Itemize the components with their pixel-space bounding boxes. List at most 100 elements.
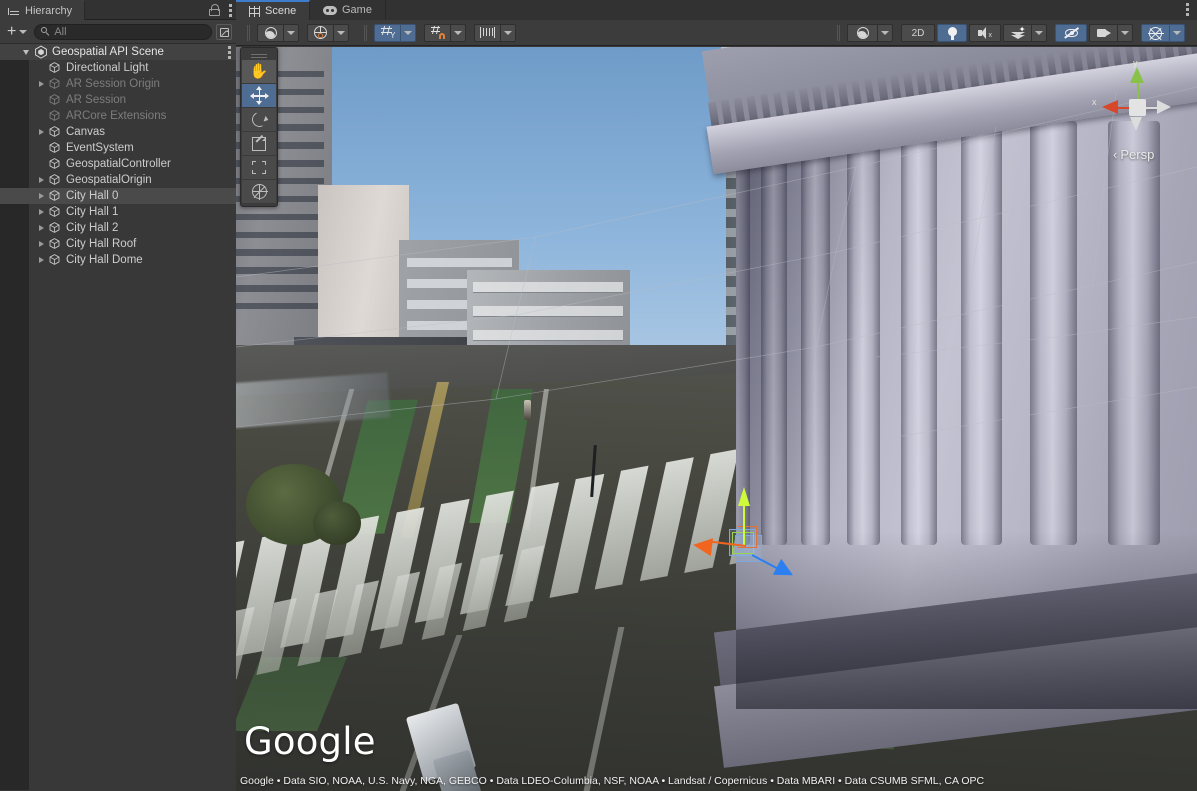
scene-visibility-button[interactable] xyxy=(1055,24,1087,42)
twisty-spacer xyxy=(36,156,48,172)
building-left-white xyxy=(318,185,409,356)
gameobject-icon xyxy=(48,93,62,107)
gameobject-icon xyxy=(48,205,62,219)
chevron-right-icon[interactable] xyxy=(36,172,48,188)
move-tool[interactable] xyxy=(242,84,276,108)
tools-overlay[interactable]: ✋ xyxy=(240,47,278,207)
grid-snap-button[interactable] xyxy=(424,24,468,42)
scale-tool[interactable] xyxy=(242,132,276,156)
scene-grid-icon xyxy=(249,6,260,17)
global-space-icon xyxy=(314,26,327,39)
chevron-right-icon[interactable] xyxy=(36,204,48,220)
gizmo-z-axis[interactable] xyxy=(1157,100,1171,114)
pivot-icon xyxy=(265,27,277,39)
move-gizmo[interactable] xyxy=(688,482,808,602)
chevron-down-icon xyxy=(454,31,462,35)
scene-orientation-gizmo[interactable]: y x ‹Persp xyxy=(1091,61,1183,153)
gameobject-icon xyxy=(48,157,62,171)
kebab-menu-icon[interactable] xyxy=(228,46,231,59)
rect-transform-icon xyxy=(252,161,266,174)
crosswalk-stripe xyxy=(380,571,421,648)
chevron-right-icon[interactable] xyxy=(36,76,48,92)
hierarchy-row[interactable]: Canvas xyxy=(0,124,236,140)
tab-scene[interactable]: Scene xyxy=(236,0,310,20)
gizmo-x-axis[interactable] xyxy=(1102,100,1118,114)
plus-icon: + xyxy=(7,26,16,38)
popout-icon[interactable] xyxy=(216,24,232,40)
chevron-right-icon[interactable] xyxy=(36,220,48,236)
gameobject-icon xyxy=(48,189,62,203)
chevron-down-icon[interactable] xyxy=(22,44,34,60)
gizmo-z-handle[interactable] xyxy=(773,559,797,583)
hierarchy-panel: Hierarchy + All xyxy=(0,0,236,791)
gizmo-projection-label[interactable]: ‹Persp xyxy=(1113,147,1154,162)
gameobject-icon xyxy=(48,141,62,155)
2d-toggle-button[interactable]: 2D xyxy=(901,24,935,42)
tab-hierarchy[interactable]: Hierarchy xyxy=(0,0,85,20)
grid-axis-button[interactable]: Y xyxy=(374,24,418,42)
gizmo-x-handle[interactable] xyxy=(692,536,713,556)
chevron-down-icon xyxy=(881,31,889,35)
crosswalk-stripe xyxy=(422,562,463,639)
shading-mode-button[interactable] xyxy=(847,24,895,42)
grid-y-axis-icon: Y xyxy=(381,26,395,39)
gizmo-y-handle[interactable] xyxy=(738,487,750,506)
transform-tool[interactable] xyxy=(242,180,276,204)
hierarchy-tree[interactable]: Geospatial API Scene Directional Light AR … xyxy=(0,44,236,790)
chevron-down-icon xyxy=(1173,31,1181,35)
gamepad-icon xyxy=(323,6,337,15)
lock-icon[interactable] xyxy=(209,4,220,16)
hierarchy-row[interactable]: City Hall 1 xyxy=(0,204,236,220)
tab-game[interactable]: Game xyxy=(310,0,386,20)
drag-handle-icon[interactable] xyxy=(241,48,277,60)
hierarchy-tabbar: Hierarchy xyxy=(0,0,236,20)
gizmo-negative-y-axis[interactable] xyxy=(1130,117,1142,131)
kebab-menu-icon[interactable] xyxy=(1186,3,1189,16)
hierarchy-row[interactable]: City Hall Dome xyxy=(0,252,236,268)
hierarchy-row[interactable]: ARCore Extensions xyxy=(0,108,236,124)
gizmo-center-cube[interactable] xyxy=(1129,99,1146,116)
ruler-icon xyxy=(480,27,495,38)
hierarchy-row[interactable]: City Hall Roof xyxy=(0,236,236,252)
toolbar-divider xyxy=(837,25,840,41)
hierarchy-row[interactable]: AR Session xyxy=(0,92,236,108)
chevron-right-icon[interactable] xyxy=(36,236,48,252)
hierarchy-row[interactable]: GeospatialOrigin xyxy=(0,172,236,188)
tab-hierarchy-label: Hierarchy xyxy=(25,6,72,17)
hierarchy-row[interactable]: GeospatialController xyxy=(0,156,236,172)
rotate-tool[interactable] xyxy=(242,108,276,132)
hierarchy-row-label: City Hall Dome xyxy=(66,254,143,266)
crosswalk-stripe xyxy=(463,554,504,631)
chevron-right-icon[interactable] xyxy=(36,188,48,204)
rect-tool[interactable] xyxy=(242,156,276,180)
scene-toolbar-right: 2D x ✦ xyxy=(830,24,1193,42)
scene-fx-button[interactable]: ✦ xyxy=(1003,24,1049,42)
shaded-sphere-icon xyxy=(857,27,869,39)
add-gameobject-button[interactable]: + xyxy=(4,23,30,41)
hierarchy-row[interactable]: AR Session Origin xyxy=(0,76,236,92)
hierarchy-row[interactable]: Directional Light xyxy=(0,60,236,76)
move-arrows-icon xyxy=(251,87,268,104)
hierarchy-row[interactable]: Geospatial API Scene xyxy=(0,44,236,60)
kebab-menu-icon[interactable] xyxy=(229,4,232,17)
increment-snap-button[interactable] xyxy=(474,24,518,42)
scene-camera-button[interactable] xyxy=(1089,24,1135,42)
hierarchy-row-label: AR Session Origin xyxy=(66,78,160,90)
chevron-down-icon xyxy=(1035,31,1043,35)
pivot-mode-button[interactable] xyxy=(257,24,301,42)
gizmos-toggle-button[interactable] xyxy=(1141,24,1187,42)
search-input[interactable]: All xyxy=(34,24,212,40)
hierarchy-row[interactable]: City Hall 0 xyxy=(0,188,236,204)
hierarchy-row[interactable]: City Hall 2 xyxy=(0,220,236,236)
hierarchy-row-label: AR Session xyxy=(66,94,126,106)
scene-viewport[interactable]: ✋ xyxy=(236,47,1197,791)
hierarchy-row[interactable]: EventSystem xyxy=(0,140,236,156)
scene-lighting-button[interactable] xyxy=(937,24,967,42)
hierarchy-row-label: Geospatial API Scene xyxy=(52,46,164,58)
handle-space-button[interactable] xyxy=(307,24,351,42)
scene-audio-button[interactable]: x xyxy=(969,24,1001,42)
hierarchy-row-list: Geospatial API Scene Directional Light AR … xyxy=(0,44,236,268)
chevron-right-icon[interactable] xyxy=(36,124,48,140)
chevron-right-icon[interactable] xyxy=(36,252,48,268)
hand-tool[interactable]: ✋ xyxy=(242,60,276,84)
